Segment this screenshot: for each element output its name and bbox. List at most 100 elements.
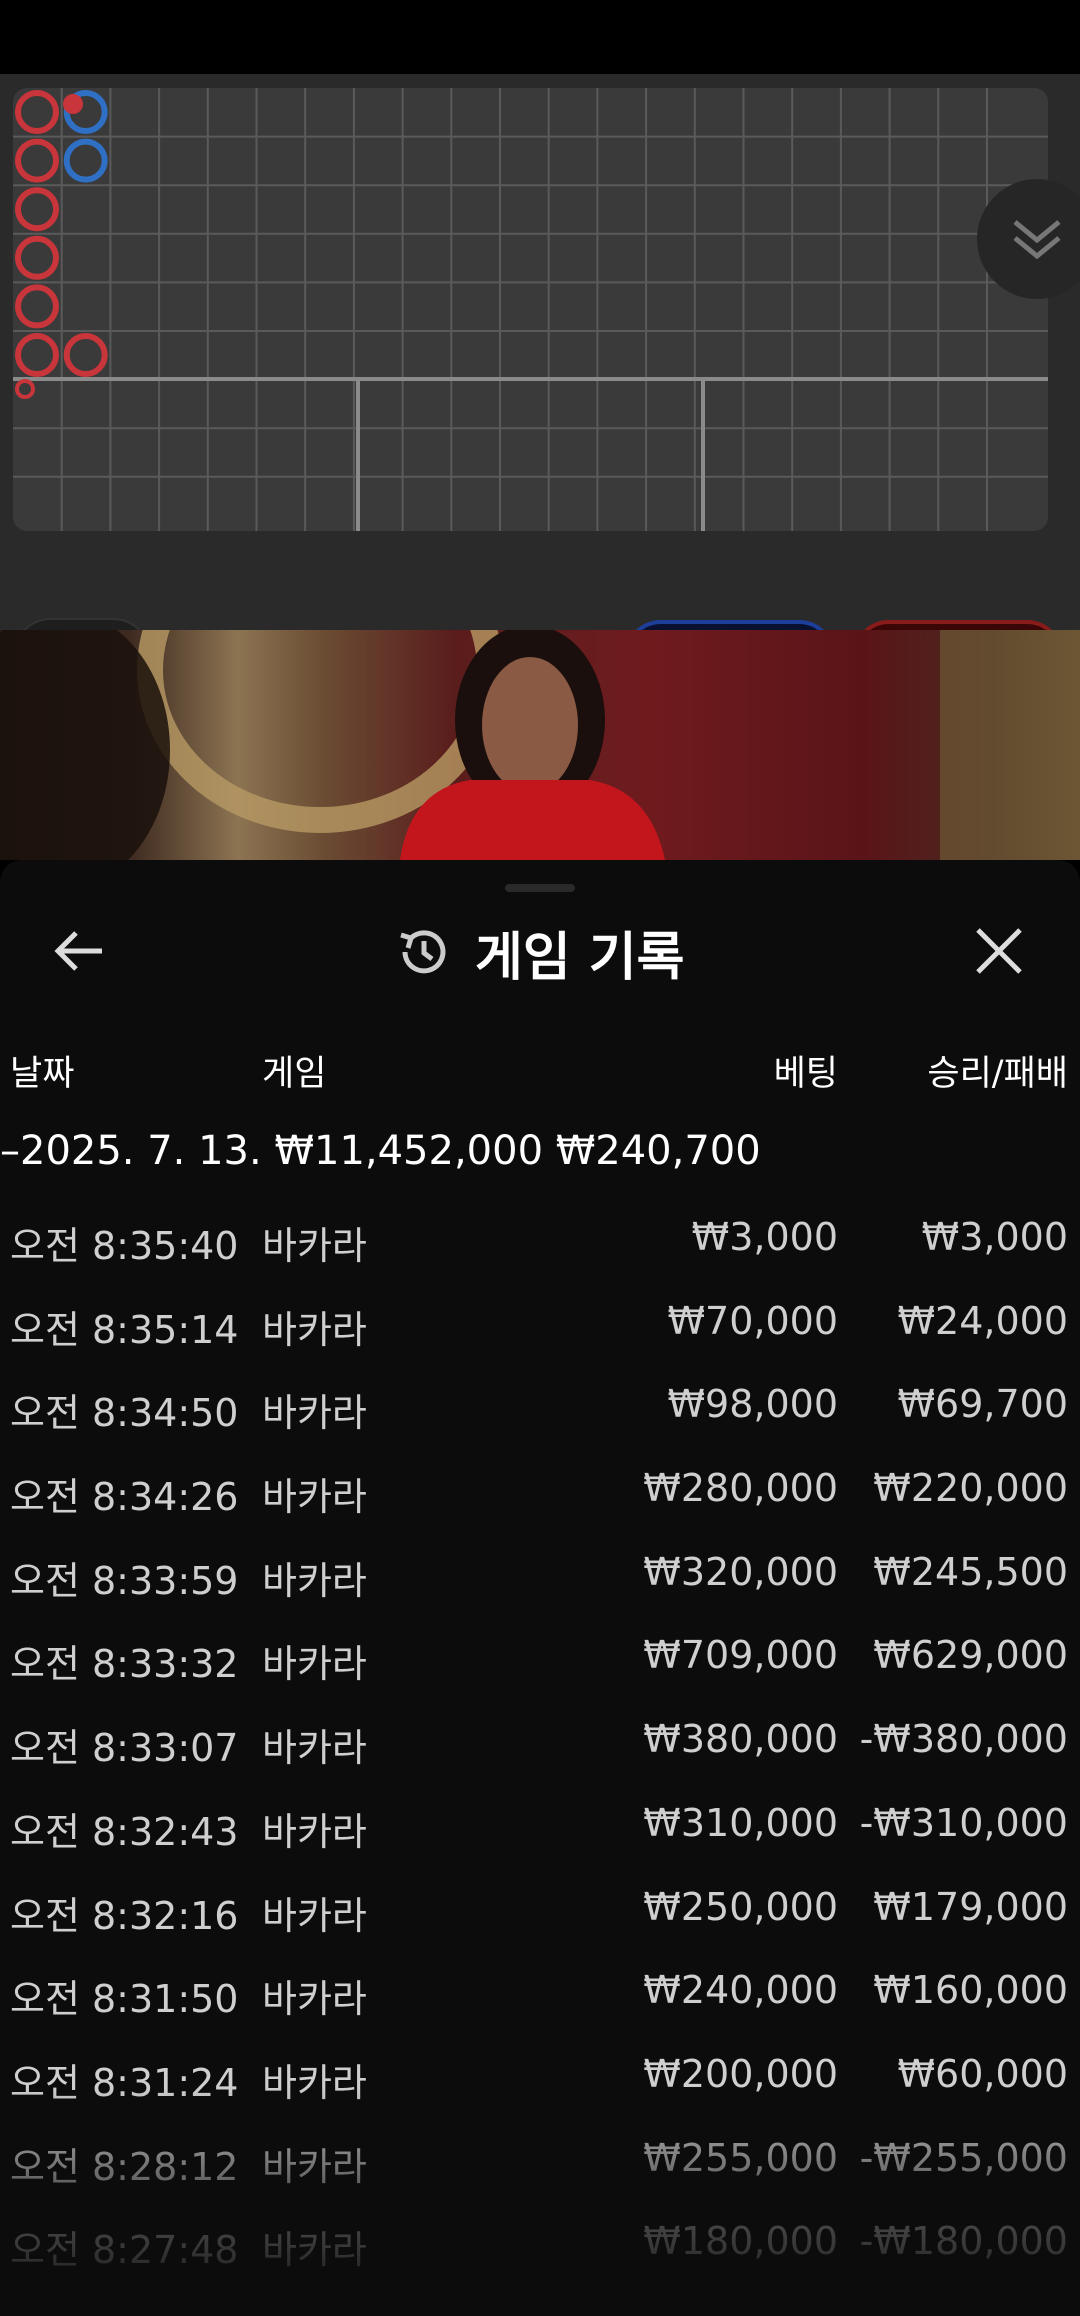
row-result: ₩24,000 bbox=[897, 1298, 1068, 1343]
table-row[interactable]: 오전 8:34:50 바카라 ₩98,000 ₩69,700 bbox=[0, 1382, 1080, 1466]
column-bet: 베팅 bbox=[773, 1054, 838, 1094]
row-bet: ₩200,000 bbox=[643, 2051, 838, 2096]
row-bet: ₩320,000 bbox=[643, 1549, 838, 1594]
row-result: ₩220,000 bbox=[873, 1466, 1068, 1511]
date-group-bet-total: ₩11,452,000 bbox=[274, 1128, 544, 1174]
back-button[interactable] bbox=[50, 920, 112, 982]
row-game: 바카라 bbox=[262, 1307, 367, 1352]
row-time: 오전 8:27:48 bbox=[10, 2228, 239, 2273]
date-group-row[interactable]: –2025. 7. 13. ₩11,452,000 ₩240,700 bbox=[0, 1128, 1080, 1178]
close-icon bbox=[976, 928, 1022, 974]
row-time: 오전 8:35:14 bbox=[10, 1307, 239, 1352]
table-row[interactable]: 오전 8:27:48 바카라 ₩180,000 -₩180,000 bbox=[0, 2219, 1080, 2303]
row-game: 바카라 bbox=[262, 1809, 367, 1854]
row-time: 오전 8:34:26 bbox=[10, 1475, 239, 1520]
row-bet: ₩180,000 bbox=[643, 2219, 838, 2264]
roadmap-area: 0% #9 P 2 B 7 T 0 P B bbox=[0, 74, 1080, 694]
row-result: ₩160,000 bbox=[873, 1968, 1068, 2013]
row-time: 오전 8:28:12 bbox=[10, 2144, 239, 2189]
row-time: 오전 8:33:59 bbox=[10, 1558, 239, 1603]
panel-header: 게임 기록 bbox=[395, 912, 684, 992]
row-time: 오전 8:31:24 bbox=[10, 2060, 239, 2105]
arrow-left-icon bbox=[54, 931, 102, 971]
roadmap-svg bbox=[13, 88, 1048, 531]
row-result: -₩310,000 bbox=[859, 1800, 1068, 1845]
bead-circle bbox=[15, 235, 59, 280]
table-row[interactable]: 오전 8:32:16 바카라 ₩250,000 ₩179,000 bbox=[0, 1885, 1080, 1969]
row-game: 바카라 bbox=[262, 1977, 367, 2022]
row-result: -₩255,000 bbox=[859, 2135, 1068, 2180]
column-win-loss: 승리/패배 bbox=[927, 1054, 1068, 1094]
row-game: 바카라 bbox=[262, 2060, 367, 2105]
table-row[interactable]: 오전 8:34:26 바카라 ₩280,000 ₩220,000 bbox=[0, 1466, 1080, 1550]
column-game: 게임 bbox=[262, 1054, 327, 1094]
page-title: 게임 기록 bbox=[475, 927, 685, 988]
row-bet: ₩250,000 bbox=[643, 1884, 838, 1929]
table-row[interactable]: 오전 8:33:32 바카라 ₩709,000 ₩629,000 bbox=[0, 1633, 1080, 1717]
row-result: -₩180,000 bbox=[859, 2219, 1068, 2264]
row-time: 오전 8:34:50 bbox=[10, 1391, 239, 1436]
bead-circle bbox=[15, 90, 59, 134]
row-time: 오전 8:33:32 bbox=[10, 1642, 239, 1687]
pair-marker bbox=[15, 379, 35, 399]
table-row[interactable]: 오전 8:33:07 바카라 ₩380,000 -₩380,000 bbox=[0, 1717, 1080, 1801]
row-time: 오전 8:35:40 bbox=[10, 1224, 239, 1268]
row-bet: ₩255,000 bbox=[643, 2135, 838, 2180]
row-game: 바카라 bbox=[262, 1224, 367, 1268]
row-game: 바카라 bbox=[262, 1475, 367, 1520]
row-game: 바카라 bbox=[262, 1893, 367, 1938]
row-bet: ₩240,000 bbox=[643, 1968, 838, 2013]
row-bet: ₩280,000 bbox=[643, 1466, 838, 1511]
row-game: 바카라 bbox=[262, 2144, 367, 2189]
row-game: 바카라 bbox=[262, 1726, 367, 1771]
row-result: ₩69,700 bbox=[897, 1382, 1068, 1427]
row-result: ₩629,000 bbox=[873, 1633, 1068, 1678]
row-time: 오전 8:33:07 bbox=[10, 1726, 239, 1771]
row-time: 오전 8:32:16 bbox=[10, 1893, 239, 1938]
game-history-panel: 게임 기록 날짜 게임 베팅 승리/패배 –2025. 7. 13. ₩11,4… bbox=[0, 860, 1080, 2316]
column-date: 날짜 bbox=[10, 1054, 75, 1094]
bead-circle bbox=[63, 138, 108, 183]
row-bet: ₩709,000 bbox=[643, 1633, 838, 1678]
bead-circle bbox=[15, 284, 59, 329]
row-result: ₩245,500 bbox=[873, 1549, 1068, 1594]
live-video-feed bbox=[0, 630, 1080, 860]
row-result: -₩380,000 bbox=[859, 1717, 1068, 1762]
bead-circle bbox=[63, 333, 108, 377]
row-bet: ₩70,000 bbox=[667, 1298, 838, 1343]
double-chevron-down-icon bbox=[1013, 220, 1061, 260]
row-game: 바카라 bbox=[262, 2228, 367, 2273]
table-header: 날짜 게임 베팅 승리/패배 bbox=[0, 1045, 1080, 1095]
row-bet: ₩98,000 bbox=[667, 1382, 838, 1427]
dealer-video-image bbox=[0, 630, 1080, 860]
row-game: 바카라 bbox=[262, 1391, 367, 1436]
bead-road-grid bbox=[13, 88, 1048, 531]
row-bet: ₩310,000 bbox=[643, 1800, 838, 1845]
row-bet: ₩380,000 bbox=[643, 1717, 838, 1762]
row-result: ₩60,000 bbox=[897, 2051, 1068, 2096]
bead-circle bbox=[15, 138, 59, 183]
table-row[interactable]: 오전 8:33:59 바카라 ₩320,000 ₩245,500 bbox=[0, 1550, 1080, 1634]
table-row[interactable]: 오전 8:31:24 바카라 ₩200,000 ₩60,000 bbox=[0, 2052, 1080, 2136]
row-game: 바카라 bbox=[262, 1642, 367, 1687]
close-button[interactable] bbox=[968, 920, 1030, 982]
row-result: ₩3,000 bbox=[921, 1215, 1068, 1259]
row-time: 오전 8:31:50 bbox=[10, 1977, 239, 2022]
table-row[interactable]: 오전 8:31:50 바카라 ₩240,000 ₩160,000 bbox=[0, 1968, 1080, 2052]
row-bet: ₩3,000 bbox=[691, 1215, 838, 1259]
date-group-win-total: ₩240,700 bbox=[555, 1128, 761, 1174]
pair-marker bbox=[63, 94, 83, 114]
bead-circle bbox=[15, 333, 59, 377]
history-icon bbox=[400, 930, 446, 974]
table-row[interactable]: 오전 8:32:43 바카라 ₩310,000 -₩310,000 bbox=[0, 1801, 1080, 1885]
bead-circle bbox=[15, 187, 59, 232]
table-row[interactable]: 오전 8:28:12 바카라 ₩255,000 -₩255,000 bbox=[0, 2136, 1080, 2220]
row-time: 오전 8:32:43 bbox=[10, 1809, 239, 1854]
row-game: 바카라 bbox=[262, 1558, 367, 1603]
history-list: 오전 8:35:40 바카라 ₩3,000 ₩3,000 오전 8:35:14 바카라 ₩7… bbox=[0, 1215, 1080, 2303]
table-row[interactable]: 오전 8:35:40 바카라 ₩3,000 ₩3,000 bbox=[0, 1215, 1080, 1299]
drag-handle[interactable] bbox=[505, 884, 575, 892]
row-result: ₩179,000 bbox=[873, 1884, 1068, 1929]
table-row[interactable]: 오전 8:35:14 바카라 ₩70,000 ₩24,000 bbox=[0, 1299, 1080, 1383]
date-group-label: –2025. 7. 13. bbox=[0, 1128, 262, 1174]
